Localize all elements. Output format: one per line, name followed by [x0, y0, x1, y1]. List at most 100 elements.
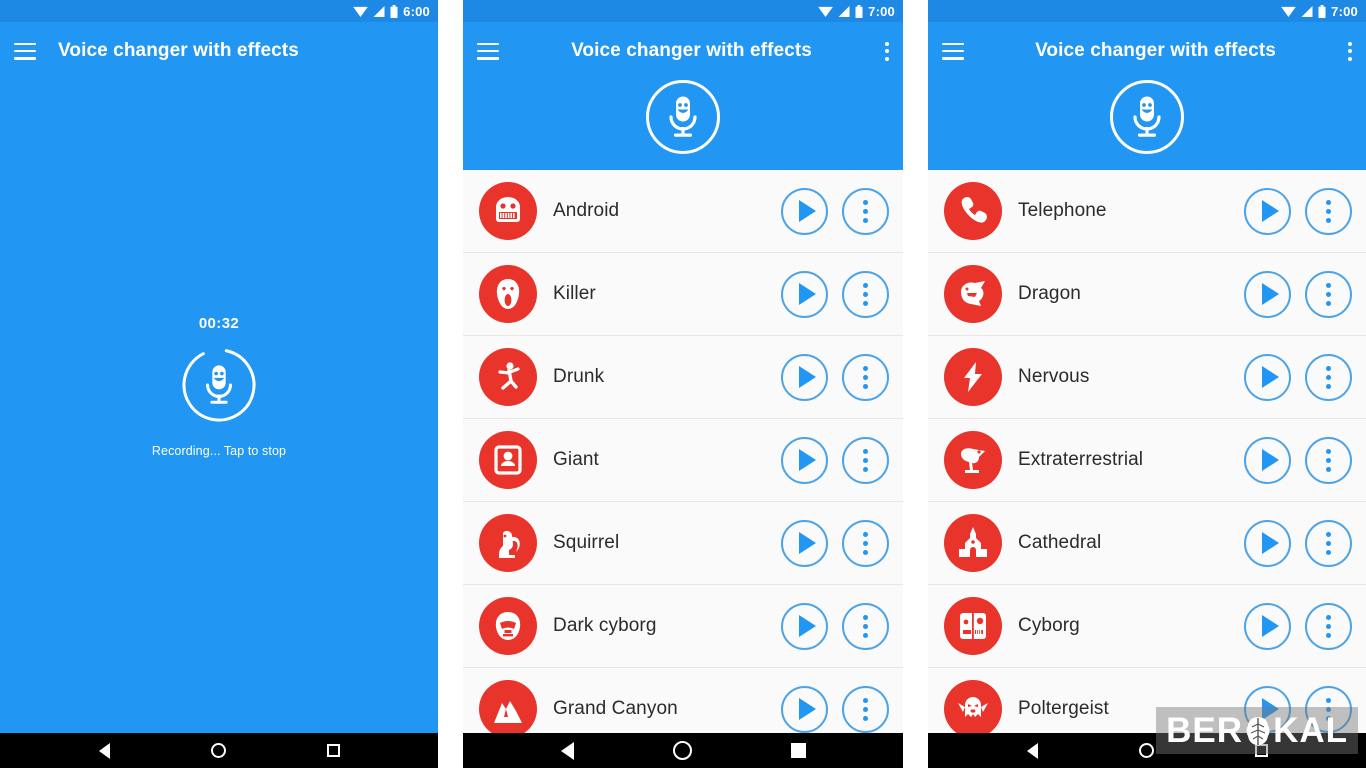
list-item[interactable]: Cyborg	[928, 585, 1366, 668]
hamburger-icon[interactable]	[942, 42, 964, 60]
item-overflow-button[interactable]	[842, 270, 889, 318]
play-button[interactable]	[1244, 519, 1291, 567]
list-item[interactable]: Squirrel	[463, 502, 903, 585]
item-overflow-button[interactable]	[1305, 187, 1352, 235]
status-icons	[1281, 4, 1326, 18]
record-button[interactable]	[1110, 80, 1184, 154]
list-item[interactable]: Giant	[463, 419, 903, 502]
back-triangle-icon[interactable]	[1026, 742, 1038, 759]
list-item[interactable]: Cathedral	[928, 502, 1366, 585]
play-icon	[798, 366, 816, 388]
item-overflow-button[interactable]	[1305, 685, 1352, 733]
home-circle-icon[interactable]	[210, 743, 226, 758]
effects-list[interactable]: Android Killer Drunk Giant Squirrel Dark…	[463, 170, 903, 733]
list-item[interactable]: Killer	[463, 253, 903, 336]
recent-square-icon[interactable]	[790, 743, 806, 758]
list-item[interactable]: Poltergeist	[928, 668, 1366, 733]
item-overflow-button[interactable]	[1305, 436, 1352, 484]
recent-square-icon[interactable]	[326, 744, 340, 757]
play-icon	[798, 698, 816, 720]
status-time: 7:00	[868, 3, 895, 19]
item-overflow-button[interactable]	[842, 519, 889, 567]
item-overflow-button[interactable]	[1305, 602, 1352, 650]
phone-panel-recording: 6:00 Voice changer with effects 00:32 Re…	[0, 0, 438, 768]
list-item[interactable]: Dark cyborg	[463, 585, 903, 668]
play-button[interactable]	[1244, 436, 1291, 484]
list-item[interactable]: Grand Canyon	[463, 668, 903, 733]
overflow-menu-icon[interactable]	[1347, 41, 1352, 61]
battery-icon	[390, 4, 398, 18]
play-button[interactable]	[781, 270, 828, 318]
item-overflow-button[interactable]	[842, 602, 889, 650]
page-title: Voice changer with effects	[58, 40, 299, 61]
android-nav-bar	[0, 733, 438, 768]
effects-list[interactable]: Telephone Dragon Nervous Extraterrestria…	[928, 170, 1366, 733]
recent-square-icon[interactable]	[1254, 744, 1268, 757]
overflow-menu-icon	[1326, 614, 1331, 638]
list-item[interactable]: Dragon	[928, 253, 1366, 336]
hamburger-icon[interactable]	[14, 42, 36, 60]
list-item[interactable]: Android	[463, 170, 903, 253]
back-triangle-icon[interactable]	[560, 741, 574, 760]
play-icon	[1261, 532, 1279, 554]
list-item[interactable]: Telephone	[928, 170, 1366, 253]
play-button[interactable]	[1244, 353, 1291, 401]
play-button[interactable]	[781, 602, 828, 650]
overflow-menu-icon	[863, 448, 868, 472]
play-button[interactable]	[781, 353, 828, 401]
overflow-menu-icon	[1326, 282, 1331, 306]
play-button[interactable]	[781, 685, 828, 733]
play-icon	[1261, 200, 1279, 222]
list-item[interactable]: Nervous	[928, 336, 1366, 419]
overflow-menu-icon	[1326, 365, 1331, 389]
dragon-head-icon	[961, 281, 985, 306]
overflow-menu-icon	[863, 365, 868, 389]
play-button[interactable]	[781, 519, 828, 567]
list-item[interactable]: Extraterrestrial	[928, 419, 1366, 502]
play-icon	[1261, 366, 1279, 388]
play-button[interactable]	[1244, 602, 1291, 650]
play-button[interactable]	[781, 187, 828, 235]
item-overflow-button[interactable]	[1305, 519, 1352, 567]
item-overflow-button[interactable]	[842, 436, 889, 484]
screenshot-root: 6:00 Voice changer with effects 00:32 Re…	[0, 0, 1366, 768]
home-circle-icon[interactable]	[672, 741, 692, 760]
item-overflow-button[interactable]	[1305, 270, 1352, 318]
effect-avatar	[479, 680, 537, 733]
page-title: Voice changer with effects	[1035, 40, 1276, 61]
back-triangle-icon[interactable]	[98, 742, 110, 759]
panel-gap	[438, 0, 463, 768]
home-circle-icon[interactable]	[1138, 743, 1154, 758]
play-icon	[798, 532, 816, 554]
effect-avatar	[479, 348, 537, 406]
effect-label: Cyborg	[1018, 615, 1080, 636]
list-item[interactable]: Drunk	[463, 336, 903, 419]
app-bar: Voice changer with effects	[928, 22, 1366, 80]
record-button[interactable]	[646, 80, 720, 154]
play-button[interactable]	[1244, 685, 1291, 733]
item-overflow-button[interactable]	[1305, 353, 1352, 401]
play-button[interactable]	[1244, 270, 1291, 318]
android-nav-bar	[463, 733, 903, 768]
item-overflow-button[interactable]	[842, 187, 889, 235]
status-icons	[353, 4, 398, 18]
effect-label: Nervous	[1018, 366, 1090, 387]
telephone-handset-icon	[961, 197, 987, 223]
overflow-menu-icon[interactable]	[884, 41, 889, 61]
effect-label: Grand Canyon	[553, 698, 678, 719]
record-stop-button[interactable]	[180, 346, 258, 424]
effect-label: Extraterrestrial	[1018, 449, 1144, 470]
play-icon	[798, 283, 816, 305]
item-overflow-button[interactable]	[842, 353, 889, 401]
hamburger-icon[interactable]	[477, 42, 499, 60]
overflow-menu-icon	[1326, 199, 1331, 223]
record-caption: Recording... Tap to stop	[151, 444, 287, 458]
play-button[interactable]	[1244, 187, 1291, 235]
overflow-menu-icon	[863, 282, 868, 306]
item-overflow-button[interactable]	[842, 685, 889, 733]
play-icon	[1261, 283, 1279, 305]
effect-label: Telephone	[1018, 200, 1107, 221]
play-button[interactable]	[781, 436, 828, 484]
recording-area: 00:32 Recording... Tap to stop	[0, 80, 438, 733]
signal-icon	[1301, 5, 1313, 17]
